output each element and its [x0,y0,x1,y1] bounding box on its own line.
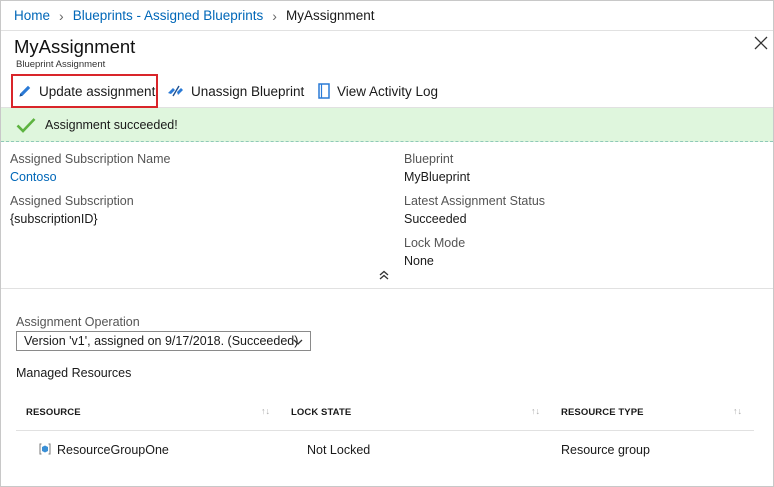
lock-mode-value: None [404,254,434,268]
blueprint-label: Blueprint [404,152,454,166]
unassign-blueprint-button[interactable]: Unassign Blueprint [167,74,304,108]
pencil-icon [17,83,33,99]
unlink-icon [167,84,185,98]
managed-resources-table: RESOURCE ↑↓ LOCK STATE ↑↓ RESOURCE TYPE … [16,397,754,467]
subscription-name-label: Assigned Subscription Name [10,152,171,166]
column-header-resource-type[interactable]: RESOURCE TYPE [561,407,644,418]
table-header: RESOURCE ↑↓ LOCK STATE ↑↓ RESOURCE TYPE … [16,397,754,431]
resource-type-value: Resource group [561,443,650,457]
assignment-status-label: Latest Assignment Status [404,194,546,208]
blueprint-value: MyBlueprint [404,170,470,184]
chevron-right-icon: › [59,7,64,24]
resource-group-icon [39,443,51,455]
breadcrumb-home[interactable]: Home [14,8,50,23]
breadcrumb: Home › Blueprints - Assigned Blueprints … [1,1,773,31]
blade: Home › Blueprints - Assigned Blueprints … [0,0,774,487]
blade-header: MyAssignment Blueprint Assignment [1,31,773,73]
breadcrumb-assigned-blueprints[interactable]: Blueprints - Assigned Blueprints [73,8,264,23]
subscription-label: Assigned Subscription [10,194,134,208]
chevron-down-icon [293,339,303,345]
page-title: MyAssignment [14,36,136,57]
subscription-name-link[interactable]: Contoso [10,170,57,184]
success-message: Assignment succeeded! [45,117,178,132]
sort-icon[interactable]: ↑↓ [733,406,742,416]
assignment-operation-selected: Version 'v1', assigned on 9/17/2018. (Su… [24,334,299,348]
collapse-up-icon[interactable] [377,268,391,282]
subscription-value: {subscriptionID} [10,212,98,226]
resource-name[interactable]: ResourceGroupOne [57,443,169,457]
assignment-operation-label: Assignment Operation [16,315,140,329]
close-icon[interactable] [753,35,769,51]
success-banner: Assignment succeeded! [1,108,773,142]
breadcrumb-current: MyAssignment [285,8,375,23]
assignment-operation-dropdown[interactable]: Version 'v1', assigned on 9/17/2018. (Su… [16,331,311,351]
update-assignment-label: Update assignment [39,83,156,99]
managed-resources-title: Managed Resources [16,366,132,380]
view-activity-log-label: View Activity Log [337,83,439,99]
lock-state-value: Not Locked [307,443,371,457]
column-header-resource[interactable]: RESOURCE [26,407,81,418]
checkmark-icon [16,117,36,133]
command-bar: Update assignment Unassign Blueprint Vie… [1,73,773,108]
chevron-right-icon: › [272,7,277,24]
assignment-status-value: Succeeded [404,212,467,226]
update-assignment-button[interactable]: Update assignment [11,74,158,108]
column-header-lock-state[interactable]: LOCK STATE [291,407,351,418]
table-row[interactable]: ResourceGroupOne Not Locked Resource gro… [16,431,754,467]
sort-icon[interactable]: ↑↓ [531,406,540,416]
unassign-blueprint-label: Unassign Blueprint [191,83,305,99]
sort-icon[interactable]: ↑↓ [261,406,270,416]
log-book-icon [317,83,331,99]
lock-mode-label: Lock Mode [404,236,466,250]
page-subtitle: Blueprint Assignment [16,59,106,70]
view-activity-log-button[interactable]: View Activity Log [317,74,438,108]
essentials-panel: Assigned Subscription Name Contoso Assig… [1,142,773,289]
